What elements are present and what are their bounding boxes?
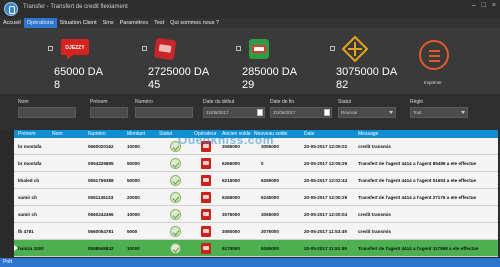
total-transfer-icon	[341, 35, 369, 63]
total-count: 82	[336, 79, 349, 91]
table-row[interactable]: khaled ch 0551759388 50000 6215000 62650…	[14, 172, 498, 189]
calendar-icon[interactable]	[324, 109, 330, 116]
menu-operations[interactable]: Opérations	[23, 18, 57, 28]
date-fin-picker[interactable]: 21/05/2017	[270, 107, 332, 118]
transactions-grid: Prénom Nom Numéro Montant Statut Opérate…	[0, 130, 500, 258]
mobilis-operator-icon	[201, 226, 211, 237]
statut-label: Statut	[338, 99, 352, 105]
column-header[interactable]: Date	[304, 131, 315, 137]
column-header[interactable]: Message	[358, 131, 378, 137]
menu-qui-sommes-nous[interactable]: Qui sommes nous ?	[167, 18, 222, 28]
title-bar: Transfer - Transfert de credit flexiamen…	[0, 0, 500, 18]
mobilis-operator-icon	[201, 175, 211, 186]
mobilis-operator-icon	[201, 158, 211, 169]
svg-text:DJEZZY: DJEZZY	[65, 45, 85, 51]
chevron-down-icon	[389, 111, 393, 114]
success-check-icon	[170, 192, 181, 203]
djezzy-checkbox[interactable]	[48, 46, 53, 51]
table-row[interactable]: fb 4781 0660054781 5000 3080000 3075000 …	[14, 223, 498, 240]
date-debut-label: Date du début	[203, 99, 235, 105]
success-check-icon	[170, 158, 181, 169]
status-bar: Prêt	[0, 258, 500, 267]
column-header[interactable]: Nom	[52, 131, 63, 137]
date-debut-picker[interactable]: 21/05/2017	[203, 107, 265, 118]
prenom-label: Prénom	[90, 99, 108, 105]
hamburger-icon	[429, 50, 440, 52]
menu-parametres[interactable]: Paramètres	[117, 18, 151, 28]
success-check-icon	[170, 175, 181, 186]
ooredoo-logo-icon	[249, 39, 269, 59]
nom-label: Nom	[18, 99, 29, 105]
statut-select[interactable]: Réussie	[338, 107, 396, 118]
numero-label: Numéro	[135, 99, 153, 105]
column-header[interactable]: Montant	[127, 131, 145, 137]
nom-input[interactable]	[18, 107, 76, 118]
mobilis-logo-icon	[154, 38, 176, 60]
calendar-icon[interactable]	[257, 109, 263, 116]
ooredoo-count: 29	[242, 79, 255, 91]
ooredoo-amount: 285000 DA	[242, 66, 298, 78]
ooredoo-checkbox[interactable]	[236, 46, 241, 51]
menu-sms[interactable]: Sms	[100, 18, 117, 28]
success-check-icon	[170, 226, 181, 237]
maximize-button[interactable]: □	[482, 2, 486, 9]
operator-summary-panel: DJEZZY 65000 DA 8 2725000 DA 45 285000 D…	[0, 28, 500, 94]
djezzy-count: 8	[54, 79, 61, 91]
table-row[interactable]: samir ch 0551136133 20000 6265000 624500…	[14, 189, 498, 206]
numero-input[interactable]	[135, 107, 193, 118]
total-checkbox[interactable]	[330, 46, 335, 51]
table-row[interactable]: samir ch 0660242496 10000 3075000 306500…	[14, 206, 498, 223]
print-label: Imprimer	[424, 80, 442, 85]
window-title: Transfer - Transfert de credit flexiamen…	[23, 4, 128, 10]
column-header[interactable]: Numéro	[88, 131, 106, 137]
djezzy-logo-icon: DJEZZY	[61, 39, 89, 60]
column-header[interactable]: Statut	[159, 131, 172, 137]
mobilis-operator-icon	[201, 243, 211, 254]
chevron-down-icon	[461, 111, 465, 114]
filter-bar: Nom Prénom Numéro Date du début 21/05/20…	[0, 94, 500, 130]
app-logo-icon	[4, 2, 18, 16]
mobilis-checkbox[interactable]	[142, 46, 147, 51]
print-menu-button[interactable]	[419, 40, 449, 70]
regle-label: Réglé	[410, 99, 424, 105]
djezzy-amount: 65000 DA	[54, 66, 103, 78]
watermark: Ouedkniss.com	[178, 133, 274, 147]
menu-test[interactable]: Test	[151, 18, 167, 28]
mobilis-operator-icon	[201, 192, 211, 203]
date-fin-label: Date de fin	[270, 99, 295, 105]
menu-situation-client[interactable]: Situation Client	[57, 18, 100, 28]
success-check-icon	[170, 209, 181, 220]
table-row-selected[interactable]: hamza 1000 0558946842 10000 6175000 6265…	[14, 240, 498, 257]
menu-bar: Accueil Opérations Situation Client Sms …	[0, 18, 500, 28]
close-button[interactable]: ×	[492, 2, 496, 9]
mobilis-amount: 2725000 DA	[148, 66, 210, 78]
total-amount: 3075000 DA	[336, 66, 398, 78]
minimize-button[interactable]: –	[472, 2, 476, 9]
table-row[interactable]: br mostafa 0554326895 50000 6265000 0 20…	[14, 155, 498, 172]
regle-select[interactable]: Tout	[410, 107, 468, 118]
mobilis-operator-icon	[201, 209, 211, 220]
status-text: Prêt	[3, 259, 13, 265]
mobilis-count: 45	[148, 79, 161, 91]
column-header[interactable]: Prénom	[18, 131, 36, 137]
success-check-icon	[170, 243, 181, 254]
prenom-input[interactable]	[90, 107, 128, 118]
menu-accueil[interactable]: Accueil	[0, 18, 24, 28]
